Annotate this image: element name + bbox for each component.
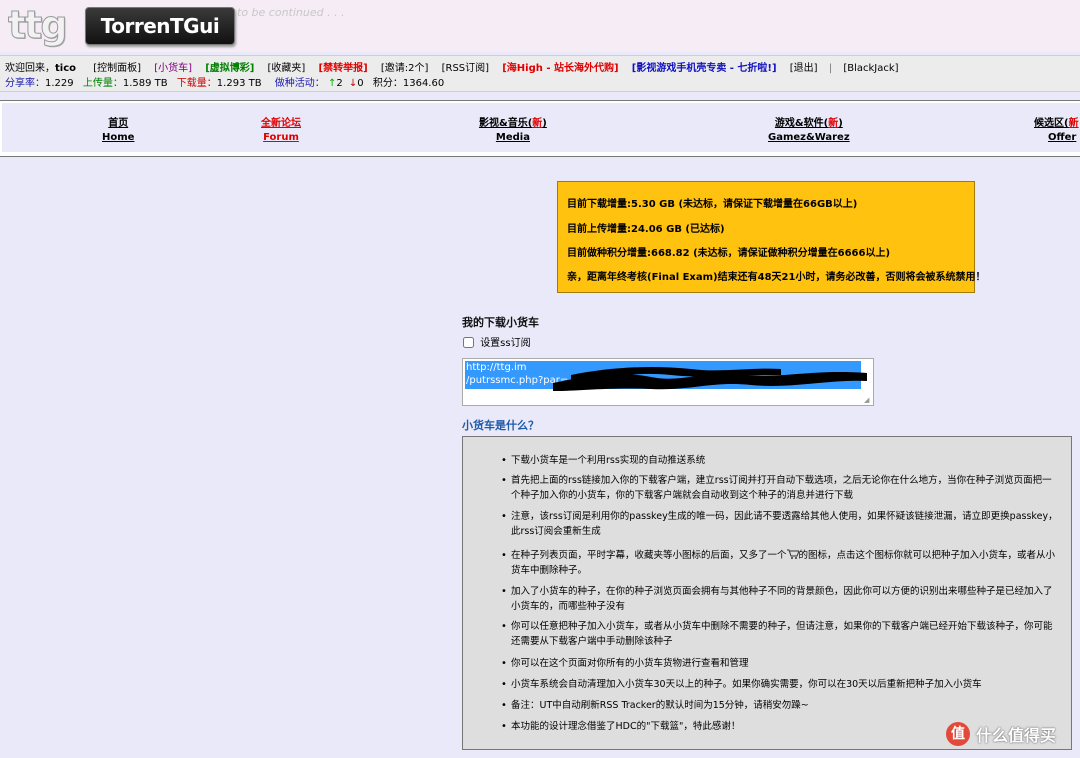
info-item: 你可以任意把种子加入小货车，或者从小货车中删除不需要的种子，但请注意，如果你的下… (501, 619, 1059, 649)
link-logout[interactable]: [退出] (790, 63, 818, 74)
main-nav-frame: 首页 Home 全新论坛 Forum 影视&音乐(新) Media 游戏&软件(… (0, 100, 1080, 157)
nav-home-en: Home (102, 132, 135, 143)
link-ad-cases[interactable]: [影视游戏手机壳专卖 - 七折啦!] (632, 63, 777, 74)
nav-gamez[interactable]: 游戏&软件(新) Gamez&Warez (768, 117, 850, 145)
site-header: ttg TorrenTGui to be continued . . . (0, 0, 1080, 52)
main-nav: 首页 Home 全新论坛 Forum 影视&音乐(新) Media 游戏&软件(… (2, 103, 1080, 152)
nav-forum-cn: 全新论坛 (261, 118, 301, 129)
nav-media-cn: 影视&音乐(新) (479, 118, 547, 129)
cart-title: 我的下载小货车 (462, 316, 539, 329)
nav-home-cn: 首页 (108, 118, 129, 129)
download-label: 下载量： (176, 78, 217, 89)
watermark-text: 什么值得买 (976, 726, 1057, 745)
cart-info-box: 下载小货车是一个利用rss实现的自动推送系统 首先把上面的rss链接加入你的下载… (462, 436, 1072, 750)
new-badge: 新 (828, 118, 839, 129)
rss-checkbox-label: 设置ss订阅 (480, 338, 531, 349)
info-item: 加入了小货车的种子，在你的种子浏览页面会拥有与其他种子不同的背景颜色，因此你可以… (501, 584, 1059, 614)
link-betting[interactable]: [虚拟博彩] (205, 63, 254, 74)
info-item: 备注：UT中自动刷新RSS Tracker的默认时间为15分钟，请稍安勿躁~ (501, 698, 1059, 713)
what-is-cart-title: 小货车是什么？ (462, 419, 539, 432)
info-item: 小货车系统会自动清理加入小货车30天以上的种子。如果你确实需要，你可以在30天以… (501, 677, 1059, 692)
nav-home[interactable]: 首页 Home (102, 117, 134, 145)
resize-handle-icon[interactable]: ◢ (864, 396, 872, 404)
watermark: 值什么值得买 (946, 722, 1056, 748)
upload-value: 1.589 TB (122, 78, 168, 89)
nav-offer-en: Offer (1048, 132, 1077, 143)
seeding-up-count: 2 (336, 78, 343, 89)
points-value: 1364.60 (402, 78, 445, 89)
separator: | (828, 63, 833, 74)
exam-warning-box: 目前下载增量:5.30 GB (未达标，请保证下载增量在66GB以上) 目前上传… (557, 181, 985, 293)
welcome-text: 欢迎回来， (5, 63, 55, 74)
warning-deadline: 亲，距离年终考核(Final Exam)结束还有48天21小时，请务必改善，否则… (567, 272, 986, 283)
user-info-bar: 欢迎回来，tico [控制面板] [小货车] [虚拟博彩] [收藏夹] [禁转举… (0, 55, 1080, 92)
cart-icon (786, 549, 799, 559)
link-control-panel[interactable]: [控制面板] (93, 63, 141, 74)
warning-upload: 目前上传增量:24.06 GB (已达标) (567, 224, 725, 235)
logo-mark: ttg (8, 3, 69, 48)
watermark-badge-icon: 值 (946, 722, 970, 746)
new-badge: 新 (1068, 118, 1079, 129)
rss-checkbox[interactable] (463, 337, 474, 348)
new-badge: 新 (532, 118, 543, 129)
points-label: 积分： (372, 78, 403, 89)
nav-offer-cn: 候选区(新 (1034, 118, 1079, 129)
seeding-label: 做种活动： (274, 78, 325, 89)
download-value: 1.293 TB (216, 78, 262, 89)
site-tagline: to be continued . . . (237, 6, 345, 19)
link-rss[interactable]: [RSS订阅] (442, 63, 489, 74)
info-item: 在种子列表页面，平时字幕，收藏夹等小图标的后面，又多了一个的图标，点击这个图标你… (501, 548, 1059, 578)
link-blackjack[interactable]: [BlackJack] (843, 63, 898, 74)
link-ad-shopping[interactable]: [海High - 站长海外代购] (502, 63, 618, 74)
logo-text: TorrenTGui (85, 7, 235, 45)
nav-gamez-cn: 游戏&软件(新) (774, 118, 843, 129)
nav-offer[interactable]: 候选区(新 Offer (1034, 117, 1079, 145)
warning-seeding: 目前做种积分增量:668.82 (未达标，请保证做种积分增量在6666以上) (567, 248, 891, 259)
info-item: 下载小货车是一个利用rss实现的自动推送系统 (501, 453, 1059, 468)
nav-forum[interactable]: 全新论坛 Forum (261, 117, 301, 145)
ratio-label: 分享率： (5, 78, 45, 89)
nav-gamez-en: Gamez&Warez (768, 132, 850, 143)
rss-link-textarea[interactable]: http://ttg.im /putrssmc.php?par= ◢ (462, 358, 874, 406)
info-item: 你可以在这个页面对你所有的小货车货物进行查看和管理 (501, 656, 1059, 671)
nav-media-en: Media (495, 132, 530, 143)
info-item: 首先把上面的rss链接加入你的下载客户端，建立rss订阅并打开自动下载选项，之后… (501, 473, 1059, 503)
link-cart[interactable]: [小货车] (154, 63, 192, 74)
rss-checkbox-row: 设置ss订阅 (463, 334, 531, 349)
warning-download: 目前下载增量:5.30 GB (未达标，请保证下载增量在66GB以上) (567, 199, 858, 210)
link-report[interactable]: [禁转举报] (319, 63, 368, 74)
username[interactable]: tico (55, 63, 76, 74)
redaction-scribble (553, 367, 867, 391)
link-invite[interactable]: [邀请:2个] (381, 63, 429, 74)
nav-forum-en: Forum (263, 132, 299, 143)
nav-media[interactable]: 影视&音乐(新) Media (479, 117, 547, 145)
upload-label: 上传量： (82, 78, 123, 89)
info-item: 注意，该rss订阅是利用你的passkey生成的唯一码，因此请不要透露给其他人使… (501, 509, 1059, 539)
link-favorites[interactable]: [收藏夹] (268, 63, 306, 74)
ratio-value: 1.229 (45, 78, 74, 89)
seeding-down-count: 0 (357, 78, 364, 89)
